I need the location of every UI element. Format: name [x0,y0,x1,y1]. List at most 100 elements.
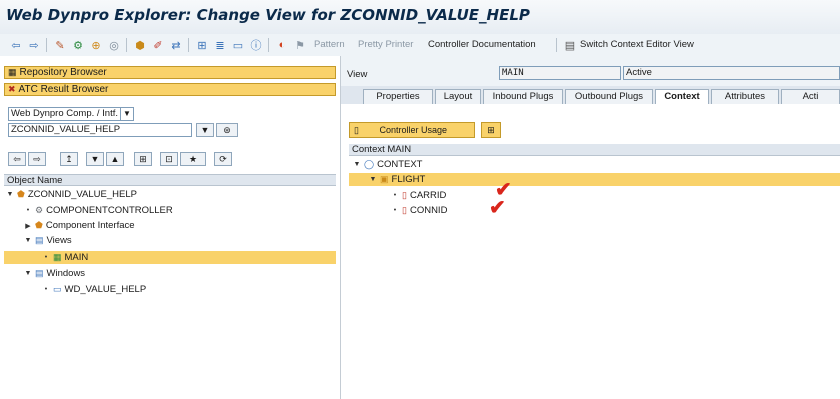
view-label: View [347,69,368,80]
find-context-icon[interactable]: ⊞ [481,122,501,138]
repository-browser-button[interactable]: ▦ Repository Browser [4,66,336,79]
info-icon[interactable]: ⓘ [248,37,264,53]
object-tree-header: Object Name [4,174,336,186]
tab-inbound-plugs[interactable]: Inbound Plugs [483,89,563,104]
expand-toggle-icon[interactable]: ▼ [6,191,14,198]
context-row-connid[interactable]: • ▯ CONNID [391,204,448,217]
node-icon: ▣ [380,174,389,184]
switch-context-button[interactable]: Switch Context Editor View [580,39,694,50]
forward-icon[interactable]: ⇨ [26,37,42,53]
context-label: CONTEXT [377,159,423,170]
hierarchy-icon[interactable]: ⊞ [194,37,210,53]
tree-row-componentcontroller[interactable]: • ⚙ COMPONENTCONTROLLER [24,204,173,217]
tree-row-main[interactable]: • ▦ MAIN [42,251,89,264]
tab-context[interactable]: Context [655,89,709,104]
back-icon[interactable]: ⇦ [8,37,24,53]
context-row-root[interactable]: ▼ ◯ CONTEXT [353,158,423,171]
pattern-button[interactable]: Pattern [314,39,345,50]
tree-row-component-interface[interactable]: ▶ ⬟ Component Interface [24,219,134,232]
editor-tab-strip: Properties Layout Inbound Plugs Outbound… [341,86,840,105]
window-title: Web Dynpro Explorer: Change View for ZCO… [6,6,530,24]
tree-row-wd-value-help[interactable]: • ▭ WD_VALUE_HELP [42,283,146,296]
interface-icon: ⬟ [35,220,43,230]
checkmark-icon: ✔ [489,197,506,219]
expand-toggle-icon[interactable]: ▼ [369,176,377,183]
tab-properties[interactable]: Properties [363,89,433,104]
list-icon[interactable]: ≣ [212,37,228,53]
controller-icon: ⚙ [35,205,44,215]
object-name-input[interactable]: ZCONNID_VALUE_HELP [8,123,192,137]
test-icon[interactable]: ◐ [274,37,290,53]
nav-back-icon[interactable]: ⇦ [8,152,26,166]
leaf-bullet-icon: • [393,207,397,214]
hierarchy-tree-icon[interactable]: ⊡ [160,152,178,166]
object-name-dropdown-button[interactable]: ▼ [196,123,214,137]
favorites-icon[interactable]: ★ [180,152,206,166]
web-dynpro-icon[interactable]: ⚑ [292,37,308,53]
tab-layout[interactable]: Layout [435,89,481,104]
controller-usage-button[interactable]: ▯ Controller Usage [349,122,475,138]
chevron-down-icon[interactable]: ▼ [120,108,133,120]
object-type-value: Web Dynpro Comp. / Intf. [11,108,119,119]
document-icon: ▯ [354,125,359,135]
tab-actions[interactable]: Acti [781,89,840,104]
where-used-icon[interactable]: ◎ [106,37,122,53]
view-editor-panel: View MAIN Active Properties Layout Inbou… [341,56,840,399]
expand-toggle-icon[interactable]: ▼ [24,237,32,244]
toolbar-separator [188,38,189,52]
tab-attributes[interactable]: Attributes [711,89,779,104]
tree-label: Views [46,235,72,246]
check-object-icon[interactable]: ⊕ [88,37,104,53]
pretty-printer-button[interactable]: Pretty Printer [358,39,413,50]
attribute-icon: ▯ [402,190,407,200]
window-icon[interactable]: ▭ [230,37,246,53]
title-bar: Web Dynpro Explorer: Change View for ZCO… [0,0,840,35]
view-status-value: Active [626,67,652,78]
context-editor: ▯ Controller Usage ⊞ Context MAIN ▼ ◯ CO… [341,104,840,399]
change-display-icon[interactable]: ✎ [52,37,68,53]
tree-label: MAIN [64,252,89,263]
nav-forward-icon[interactable]: ⇨ [28,152,46,166]
controller-usage-label: Controller Usage [379,125,447,135]
view-status-field: Active [623,66,840,80]
leaf-bullet-icon: • [393,192,397,199]
application-toolbar: ⇦ ⇨ ✎ ⚙ ⊕ ◎ ⬢ ✐ ⇄ ⊞ ≣ ▭ ⓘ ◐ ⚑ Pattern Pr… [0,34,840,57]
view-header-bar: View MAIN Active [341,56,840,86]
object-name-value: ZCONNID_VALUE_HELP [11,124,121,135]
tree-label: ZCONNID_VALUE_HELP [27,189,137,200]
context-row-carrid[interactable]: • ▯ CARRID [391,189,447,202]
atc-result-browser-button[interactable]: ✖ ATC Result Browser [4,83,336,96]
tree-label: WD_VALUE_HELP [64,284,147,295]
toolbar-separator [46,38,47,52]
context-tree-header: Context MAIN [349,144,840,156]
expand-toggle-icon[interactable]: ▼ [24,270,32,277]
expand-icon[interactable]: ▲ [106,152,124,166]
display-object-button[interactable]: ⊛ [216,123,238,137]
tree-row-views[interactable]: ▼ ▤ Views [24,234,72,247]
context-label: CONNID [409,205,448,216]
atc-browser-label: ATC Result Browser [18,84,109,95]
context-root-icon: ◯ [364,159,375,169]
tree-row-component[interactable]: ▼ ⬟ ZCONNID_VALUE_HELP [6,188,137,201]
context-row-flight[interactable]: ▼ ▣ FLIGHT [369,173,426,186]
object-type-select[interactable]: Web Dynpro Comp. / Intf. ▼ [8,107,134,121]
expand-toggle-icon[interactable]: ▶ [24,222,32,230]
leaf-bullet-icon: • [44,286,48,293]
edit-icon[interactable]: ✐ [150,37,166,53]
nav-up-icon[interactable]: ↥ [60,152,78,166]
tree-label: Windows [46,268,86,279]
expand-toggle-icon[interactable]: ▼ [353,161,361,168]
other-object-icon[interactable]: ⬢ [132,37,148,53]
switch-context-icon: ▤ [564,39,576,52]
collapse-icon[interactable]: ▼ [86,152,104,166]
tree-row-windows[interactable]: ▼ ▤ Windows [24,267,86,280]
tab-outbound-plugs[interactable]: Outbound Plugs [565,89,653,104]
controller-documentation-button[interactable]: Controller Documentation [428,39,536,50]
find-icon[interactable]: ⊞ [134,152,152,166]
navigate-icon[interactable]: ⇄ [168,37,184,53]
atc-browser-icon: ✖ [8,84,16,94]
toolbar-separator [556,38,557,52]
refresh-icon[interactable]: ⟳ [214,152,232,166]
activate-icon[interactable]: ⚙ [70,37,86,53]
toolbar-separator [268,38,269,52]
